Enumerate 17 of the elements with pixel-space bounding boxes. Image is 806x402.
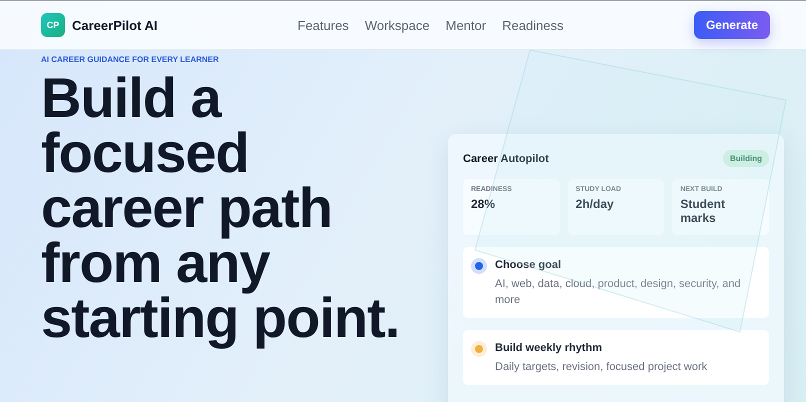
brand-name: CareerPilot AI (72, 18, 158, 32)
nav-link[interactable]: Features (298, 18, 349, 32)
generate-button[interactable]: Generate (694, 11, 770, 39)
logo: CP (41, 13, 65, 37)
nav-link[interactable]: Workspace (364, 18, 430, 32)
stat-value: Student marks (680, 197, 726, 225)
stat-value: 28% (471, 197, 496, 211)
status-badge: Building (723, 150, 769, 167)
card-title: Career Autopilot (463, 152, 549, 164)
eyebrow-text: AI CAREER GUIDANCE FOR EVERY LEARNER (41, 55, 220, 64)
stat-value: 2h/day (576, 197, 615, 211)
step-title: Build weekly rhythm (495, 342, 603, 354)
step-description: Daily targets, revision, focused project work (495, 360, 708, 375)
step-description: AI, web, data, cloud, product, design, security, and more (495, 277, 742, 308)
step-title: Choose goal (495, 259, 562, 271)
nav-link[interactable]: Readiness (502, 18, 564, 32)
nav-link[interactable]: Mentor (446, 18, 486, 32)
